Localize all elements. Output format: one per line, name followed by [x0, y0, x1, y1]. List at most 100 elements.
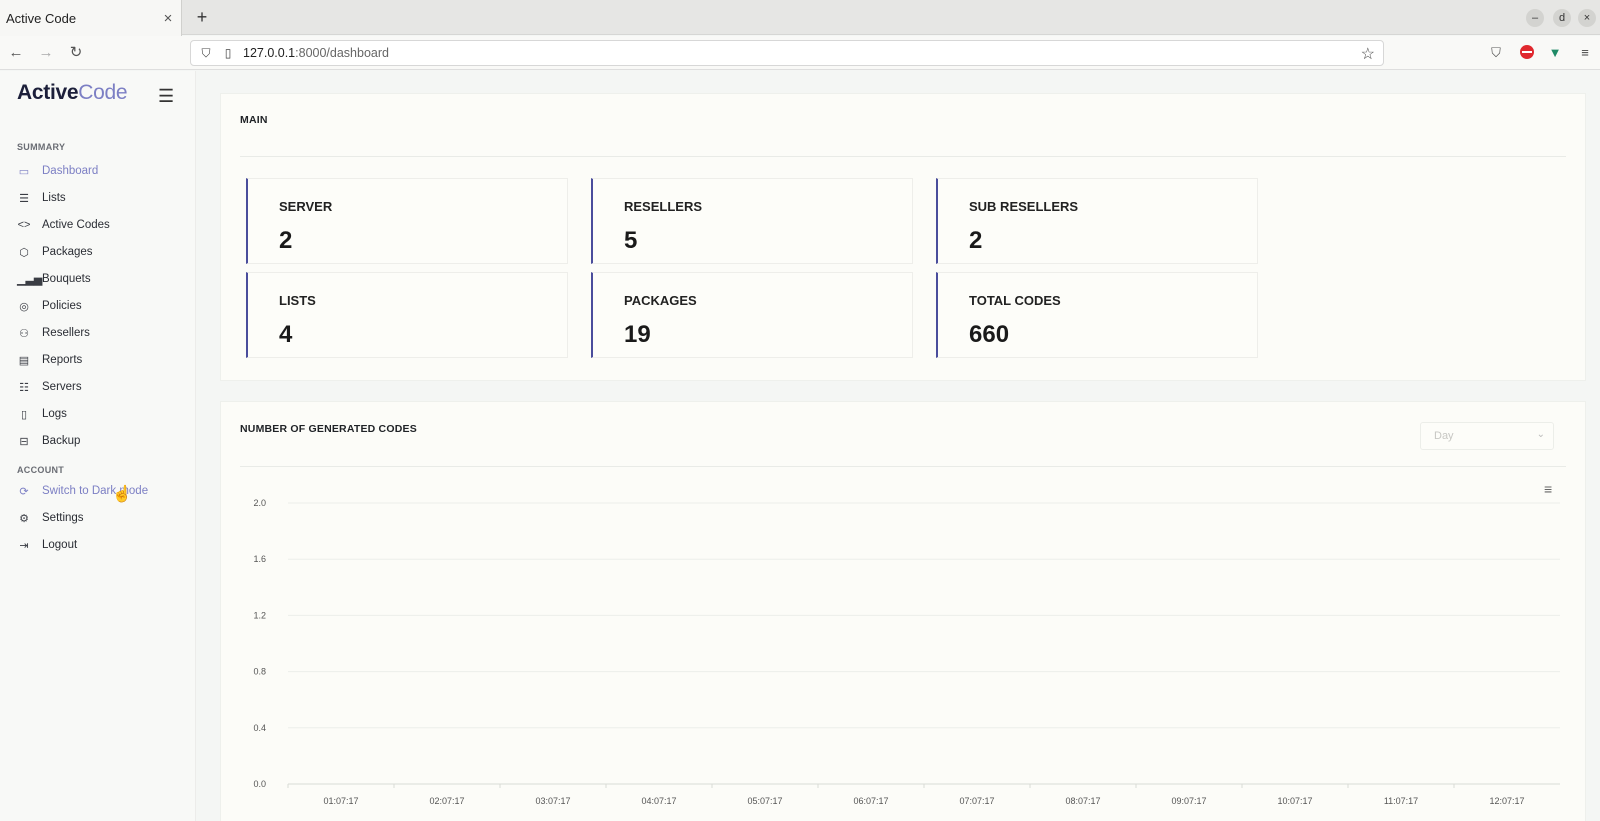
- chart-panel-divider: [240, 466, 1566, 467]
- settings-icon: ⚙: [19, 512, 29, 525]
- stat-value: 660: [969, 321, 1010, 348]
- sidebar-item-label: Logout: [42, 539, 78, 551]
- database-icon: ☷: [19, 381, 29, 394]
- sidebar-item-policies[interactable]: ◎ Policies: [17, 296, 82, 316]
- forward-arrow-icon[interactable]: →: [37, 44, 55, 62]
- stat-value: 5: [624, 227, 638, 254]
- stat-card-packages: PACKAGES 19: [591, 272, 913, 358]
- sidebar-item-label: Bouquets: [42, 273, 91, 285]
- x-tick-label: 12:07:17: [1489, 796, 1524, 806]
- url-path: :8000/dashboard: [295, 46, 389, 60]
- close-tab-icon[interactable]: ×: [161, 10, 175, 27]
- sidebar-item-lists[interactable]: ☰ Lists: [17, 188, 66, 208]
- generated-codes-chart: 0.0 0.4 0.8 1.2 1.6 2.0 01:07:17 02:07:17 03:07…: [253, 498, 1560, 806]
- stat-value: 19: [624, 321, 651, 348]
- sidebar-item-resellers[interactable]: ⚇ Resellers: [17, 323, 90, 343]
- sidebar-item-backup[interactable]: ⊟ Backup: [17, 431, 80, 451]
- pocket-icon[interactable]: ⛉: [1487, 44, 1505, 62]
- log-out-icon: ⇥: [19, 539, 29, 552]
- url-bar[interactable]: ⛉ ▯ 127.0.0.1 :8000/dashboard ☆: [190, 40, 1384, 66]
- sidebar: ActiveCode ☰ SUMMARY ▭ Dashboard ☰ Lists…: [0, 71, 196, 821]
- browser-menu-icon[interactable]: ≡: [1576, 44, 1594, 62]
- stat-label: LISTS: [279, 293, 316, 308]
- url-host: 127.0.0.1: [243, 46, 296, 60]
- x-tick-label: 05:07:17: [747, 796, 782, 806]
- file-text-icon: ▤: [18, 354, 30, 367]
- logo-main: Active: [17, 81, 79, 104]
- x-tick-label: 03:07:17: [535, 796, 570, 806]
- sidebar-item-label: Lists: [42, 192, 66, 204]
- stat-label: SERVER: [279, 199, 333, 214]
- stat-card-lists: LISTS 4: [246, 272, 568, 358]
- browser-tab[interactable]: Active Code ×: [0, 0, 182, 36]
- period-select[interactable]: Day ⌄: [1420, 422, 1554, 450]
- minimize-button[interactable]: –: [1526, 9, 1544, 27]
- y-tick-label: 0.4: [253, 723, 266, 733]
- sidebar-item-label: Backup: [42, 435, 81, 447]
- box-icon: ⬡: [19, 246, 29, 259]
- shield-icon: ⛉: [201, 45, 211, 60]
- stat-label: RESELLERS: [624, 199, 703, 214]
- list-icon: ☰: [19, 192, 29, 205]
- y-tick-label: 2.0: [253, 498, 266, 508]
- summary-section-label: SUMMARY: [17, 142, 66, 152]
- tab-title: Active Code: [6, 10, 77, 26]
- y-tick-label: 0.8: [253, 667, 266, 677]
- window-close-button[interactable]: ×: [1578, 9, 1596, 27]
- stat-label: SUB RESELLERS: [969, 199, 1079, 214]
- x-tick-label: 07:07:17: [959, 796, 994, 806]
- period-select-value: Day: [1434, 430, 1454, 442]
- account-section-label: ACCOUNT: [17, 465, 65, 475]
- bar-chart-icon: ▁▃▅: [17, 273, 43, 286]
- stat-card-total-codes: TOTAL CODES 660: [936, 272, 1258, 358]
- x-tick-label: 08:07:17: [1065, 796, 1100, 806]
- hard-drive-icon: ⊟: [19, 435, 29, 448]
- user-icon: ⚇: [19, 327, 29, 340]
- main-panel-title: MAIN: [240, 114, 268, 126]
- code-icon: <>: [17, 219, 31, 231]
- stat-label: TOTAL CODES: [969, 293, 1061, 308]
- maximize-button[interactable]: d: [1553, 9, 1571, 27]
- main-panel-divider: [240, 156, 1566, 157]
- sidebar-item-reports[interactable]: ▤ Reports: [17, 350, 82, 370]
- stat-card-sub-resellers: SUB RESELLERS 2: [936, 178, 1258, 264]
- browser-tab-bar: Active Code × + – d ×: [0, 0, 1600, 36]
- reload-icon[interactable]: ↻: [67, 44, 85, 62]
- adblock-icon[interactable]: [1518, 44, 1536, 62]
- browser-nav-bar: ← → ↻ ⛉ ▯ 127.0.0.1 :8000/dashboard ☆ ⛉ …: [0, 36, 1600, 70]
- sidebar-item-bouquets[interactable]: ▁▃▅ Bouquets: [17, 269, 91, 289]
- sidebar-item-servers[interactable]: ☷ Servers: [17, 377, 82, 397]
- y-tick-label: 1.2: [253, 610, 266, 620]
- sidebar-item-label: Policies: [42, 300, 82, 312]
- x-tick-label: 06:07:17: [853, 796, 888, 806]
- refresh-icon: ⟳: [19, 485, 29, 498]
- aperture-icon: ◎: [19, 300, 29, 313]
- hamburger-menu-icon[interactable]: ☰: [158, 86, 174, 107]
- stat-card-resellers: RESELLERS 5: [591, 178, 913, 264]
- logo[interactable]: ActiveCode: [17, 81, 128, 105]
- monitor-icon: ▭: [18, 165, 30, 178]
- stat-label: PACKAGES: [624, 293, 697, 308]
- sidebar-item-packages[interactable]: ⬡ Packages: [17, 242, 92, 262]
- new-tab-button[interactable]: +: [192, 7, 212, 27]
- bookmark-star-icon[interactable]: ☆: [1361, 44, 1375, 64]
- vue-devtools-icon[interactable]: ▼: [1546, 44, 1564, 62]
- sidebar-item-dashboard[interactable]: ▭ Dashboard: [17, 161, 98, 181]
- page-icon: ▯: [224, 46, 232, 60]
- stat-value: 2: [969, 227, 983, 254]
- x-tick-label: 01:07:17: [323, 796, 358, 806]
- x-tick-label: 04:07:17: [641, 796, 676, 806]
- sidebar-item-label: Settings: [42, 512, 84, 524]
- sidebar-item-label: Logs: [42, 408, 67, 420]
- chart-panel-title: NUMBER OF GENERATED CODES: [240, 423, 417, 435]
- sidebar-item-active-codes[interactable]: <> Active Codes: [17, 215, 110, 235]
- sidebar-item-settings[interactable]: ⚙ Settings: [17, 508, 84, 528]
- stat-card-server: SERVER 2: [246, 178, 568, 264]
- sidebar-item-logs[interactable]: ▯ Logs: [17, 404, 67, 424]
- x-tick-label: 10:07:17: [1277, 796, 1312, 806]
- stat-value: 4: [279, 321, 293, 348]
- x-tick-label: 02:07:17: [429, 796, 464, 806]
- hand-cursor-icon: ☝: [112, 486, 132, 503]
- sidebar-item-logout[interactable]: ⇥ Logout: [17, 535, 77, 555]
- back-arrow-icon[interactable]: ←: [7, 44, 25, 62]
